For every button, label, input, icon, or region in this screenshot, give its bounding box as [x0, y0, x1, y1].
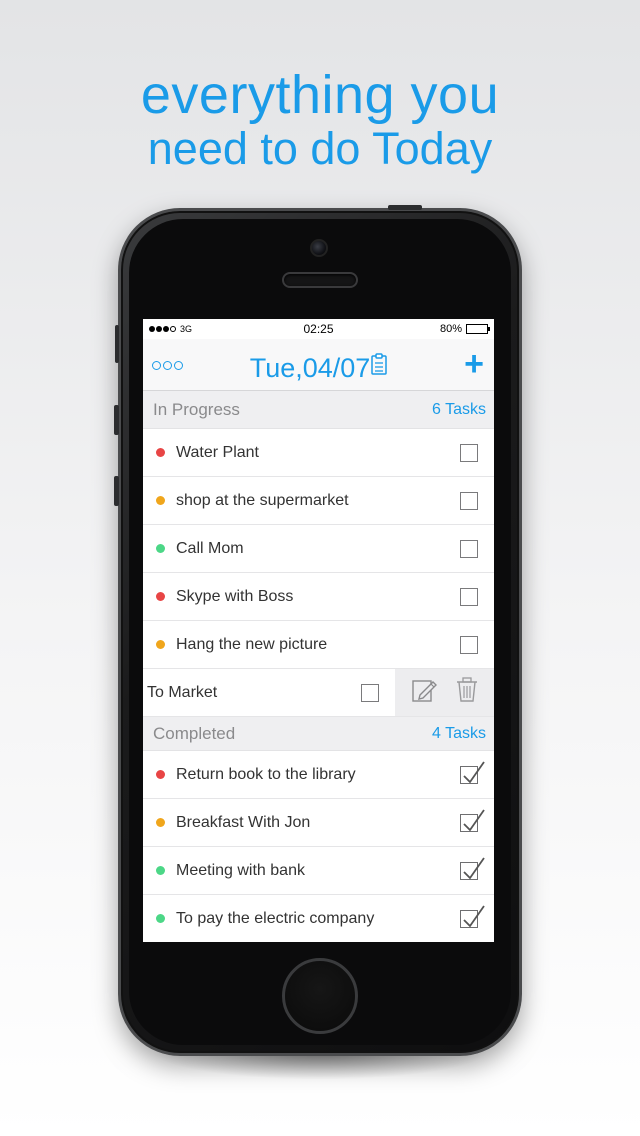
section-in-progress: In Progress 6 Tasks [143, 391, 494, 429]
priority-dot-icon [156, 592, 165, 601]
task-label: Skype with Boss [176, 587, 294, 605]
task-row[interactable]: Skype with Boss [143, 573, 494, 621]
volume-down-button [114, 476, 119, 506]
priority-dot-icon [156, 640, 165, 649]
task-label: Water Plant [176, 443, 259, 461]
power-button [388, 205, 422, 210]
battery-icon [466, 324, 490, 334]
task-label: Call Mom [176, 539, 244, 557]
app-screen: 3G 02:25 80% Tue,04/07 + In Progress 6 T… [143, 319, 494, 942]
task-checkbox[interactable] [460, 491, 478, 510]
priority-dot-icon [156, 866, 165, 875]
task-row[interactable]: Water Plant [143, 429, 494, 477]
priority-dot-icon [156, 448, 165, 457]
row-actions [395, 669, 494, 716]
priority-dot-icon [156, 496, 165, 505]
task-checkbox[interactable] [460, 539, 478, 558]
task-row[interactable]: Breakfast With Jon [143, 799, 494, 847]
headline-line-1: everything you [140, 65, 500, 125]
task-checkbox-checked[interactable] [460, 904, 485, 928]
task-checkbox[interactable] [460, 443, 478, 462]
earpiece-speaker [282, 272, 358, 288]
priority-dot-icon [156, 544, 165, 553]
section-completed: Completed 4 Tasks [143, 717, 494, 751]
date-title[interactable]: Tue,04/07 [143, 351, 494, 384]
task-row[interactable]: shop at the supermarket [143, 477, 494, 525]
task-row[interactable]: Call Mom [143, 525, 494, 573]
task-row[interactable]: Hang the new picture [143, 621, 494, 669]
task-row[interactable]: To pay the electric company [143, 895, 494, 942]
date-label: Tue,04/07 [249, 353, 371, 383]
task-label: To pay the electric company [176, 909, 375, 927]
home-button[interactable] [282, 958, 358, 1034]
task-row[interactable]: Meeting with bank [143, 847, 494, 895]
task-label: shop at the supermarket [176, 491, 349, 509]
task-checkbox[interactable] [460, 635, 478, 654]
task-label: Hang the new picture [176, 635, 328, 653]
edit-icon[interactable] [411, 677, 437, 708]
nav-bar: Tue,04/07 + [143, 339, 494, 391]
swiped-task-row[interactable]: To Market [143, 669, 494, 717]
front-camera [310, 239, 328, 257]
task-checkbox-checked[interactable] [460, 760, 485, 784]
priority-dot-icon [156, 770, 165, 779]
add-task-button[interactable]: + [464, 347, 484, 381]
volume-up-button [114, 405, 119, 435]
swiped-task-content[interactable]: To Market [143, 669, 395, 716]
priority-dot-icon [156, 914, 165, 923]
section-title: In Progress [153, 399, 240, 419]
trash-icon[interactable] [456, 677, 478, 708]
section-count: 4 Tasks [432, 724, 486, 742]
mute-switch [115, 325, 119, 363]
task-label: Return book to the library [176, 765, 356, 783]
task-label: To Market [147, 683, 218, 701]
task-label: Meeting with bank [176, 861, 305, 879]
clipboard-icon[interactable] [371, 351, 388, 382]
section-title: Completed [153, 723, 236, 743]
task-label: Breakfast With Jon [176, 813, 311, 831]
task-checkbox[interactable] [460, 587, 478, 606]
task-row[interactable]: Return book to the library [143, 751, 494, 799]
section-count: 6 Tasks [432, 400, 486, 418]
status-time: 02:25 [303, 322, 334, 336]
task-checkbox-checked[interactable] [460, 808, 485, 832]
status-bar: 3G 02:25 80% [143, 319, 494, 339]
task-checkbox[interactable] [361, 683, 379, 702]
priority-dot-icon [156, 818, 165, 827]
headline-line-2: need to do Today [147, 123, 493, 174]
task-checkbox-checked[interactable] [460, 856, 485, 880]
